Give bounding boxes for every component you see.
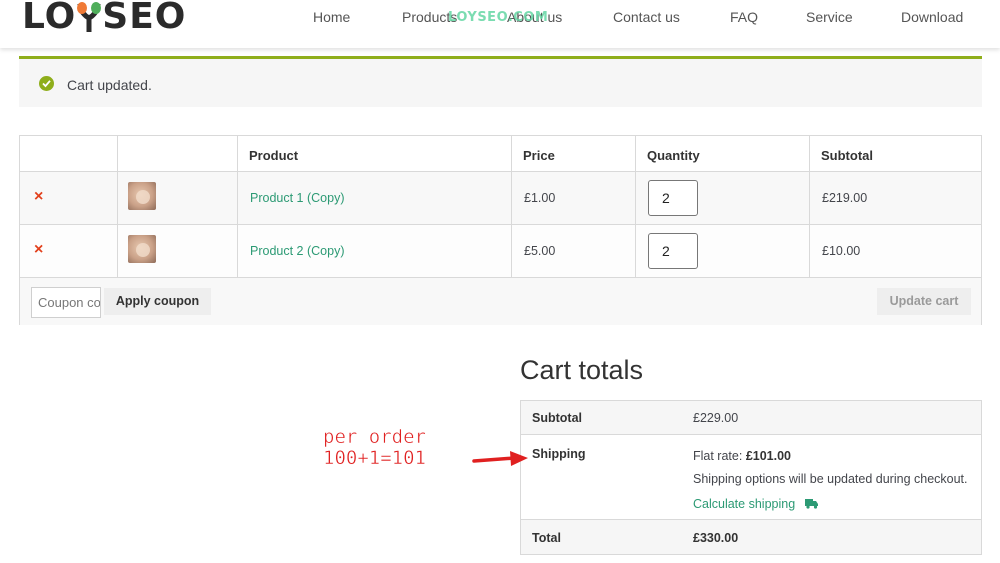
- totals-total-value: £330.00: [693, 531, 739, 545]
- totals-subtotal-row: Subtotal £229.00: [521, 401, 981, 435]
- annotation-arrow-icon: [472, 451, 528, 466]
- price-cell: £1.00: [512, 172, 636, 224]
- product-link[interactable]: Product 2 (Copy): [250, 244, 344, 258]
- header-cell-quantity: Quantity: [636, 136, 810, 171]
- remove-cell: ×: [20, 172, 118, 224]
- annotation-line-1: per order: [323, 426, 426, 448]
- product-thumbnail[interactable]: [128, 182, 156, 210]
- table-header-row: Product Price Quantity Subtotal: [20, 136, 981, 172]
- product-price: £1.00: [524, 191, 556, 205]
- quantity-cell: 2: [636, 172, 810, 224]
- quantity-input[interactable]: 2: [648, 180, 698, 216]
- flat-rate-value: £101.00: [745, 449, 791, 463]
- annotation-line-2: 100+1=101: [323, 447, 426, 469]
- shipping-note: Shipping options will be updated during …: [693, 472, 968, 486]
- coupon-code-input[interactable]: Coupon code: [31, 287, 101, 318]
- remove-item-button[interactable]: ×: [34, 242, 43, 258]
- cart-table: Product Price Quantity Subtotal × Produc…: [19, 135, 982, 325]
- header-price: Price: [523, 148, 555, 163]
- price-cell: £5.00: [512, 225, 636, 277]
- subtotal-cell: £219.00: [810, 172, 981, 224]
- product-cell: Product 2 (Copy): [238, 225, 512, 277]
- cart-totals-title: Cart totals: [520, 355, 644, 385]
- nav-item-download[interactable]: Download: [901, 9, 963, 25]
- cart-actions-row: Coupon code Apply coupon Update cart: [20, 278, 981, 325]
- product-price: £5.00: [524, 244, 556, 258]
- calculate-shipping-label: Calculate shipping: [693, 497, 796, 511]
- quantity-input[interactable]: 2: [648, 233, 698, 269]
- totals-total-label: Total: [532, 531, 561, 545]
- header-cell-price: Price: [512, 136, 636, 171]
- header-quantity: Quantity: [647, 148, 700, 163]
- flat-rate-label: Flat rate:: [693, 449, 743, 463]
- notice-text: Cart updated.: [67, 77, 152, 93]
- product-thumbnail[interactable]: [128, 235, 156, 263]
- truck-icon: [804, 498, 819, 512]
- header-cell-thumbnail: [118, 136, 238, 171]
- table-row: × Product 2 (Copy) £5.00 2 £10.00: [20, 225, 981, 278]
- cart-totals-table: Subtotal £229.00 Shipping Flat rate: £10…: [520, 400, 982, 555]
- flat-rate-line: Flat rate: £101.00: [693, 449, 791, 463]
- header-cell-subtotal: Subtotal: [810, 136, 981, 171]
- totals-shipping-row: Shipping Flat rate: £101.00 Shipping opt…: [521, 435, 981, 520]
- totals-shipping-label: Shipping: [532, 447, 586, 461]
- thumbnail-cell: [118, 172, 238, 224]
- remove-cell: ×: [20, 225, 118, 277]
- check-circle-icon: [39, 76, 54, 91]
- product-cell: Product 1 (Copy): [238, 172, 512, 224]
- nav-item-home[interactable]: Home: [313, 9, 350, 25]
- annotation-text: per order 100+1=101: [323, 426, 426, 469]
- calculate-shipping-link[interactable]: Calculate shipping: [693, 497, 819, 512]
- quantity-cell: 2: [636, 225, 810, 277]
- totals-subtotal-value: £229.00: [693, 411, 739, 425]
- watermark: LOYSEO.COM: [448, 10, 549, 25]
- header-product: Product: [249, 148, 299, 163]
- product-link[interactable]: Product 1 (Copy): [250, 191, 344, 205]
- header-cell-product: Product: [238, 136, 512, 171]
- apply-coupon-button[interactable]: Apply coupon: [104, 288, 211, 315]
- nav-item-service[interactable]: Service: [806, 9, 853, 25]
- site-header: LO SEO Home Products About us Contact us…: [0, 0, 1000, 48]
- cart-updated-notice: Cart updated.: [19, 56, 982, 107]
- product-subtotal: £10.00: [822, 244, 861, 258]
- product-subtotal: £219.00: [822, 191, 868, 205]
- nav-item-contact-us[interactable]: Contact us: [613, 9, 680, 25]
- thumbnail-cell: [118, 225, 238, 277]
- subtotal-cell: £10.00: [810, 225, 981, 277]
- header-cell-remove: [20, 136, 118, 171]
- update-cart-button[interactable]: Update cart: [877, 288, 971, 315]
- totals-subtotal-label: Subtotal: [532, 411, 582, 425]
- header-subtotal: Subtotal: [821, 148, 873, 163]
- totals-total-row: Total £330.00: [521, 520, 981, 554]
- nav-item-faq[interactable]: FAQ: [730, 9, 758, 25]
- remove-item-button[interactable]: ×: [34, 189, 43, 205]
- table-row: × Product 1 (Copy) £1.00 2 £219.00: [20, 172, 981, 225]
